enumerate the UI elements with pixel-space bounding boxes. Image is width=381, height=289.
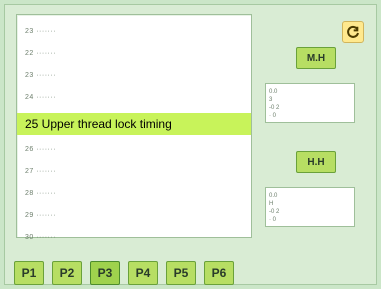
list-item[interactable]: 23 ······· [17, 21, 251, 43]
list-item-selected[interactable]: 25 Upper thread lock timing [17, 113, 251, 135]
tab-p4[interactable]: P4 [128, 261, 158, 285]
list-item[interactable]: 28 ······· [17, 183, 251, 205]
hh-info-line: · 0 [269, 217, 277, 223]
mh-info-line: -0 2 [269, 105, 280, 111]
mh-info-line: 3 [269, 97, 273, 103]
tab-p2[interactable]: P2 [52, 261, 82, 285]
mh-info-line: · 0 [269, 113, 277, 119]
list-item[interactable]: 23 ······· [17, 65, 251, 87]
list-item[interactable]: 24 ······· [17, 87, 251, 109]
mh-button[interactable]: M.H [296, 47, 336, 69]
hh-info-line: -0 2 [269, 209, 280, 215]
list-item[interactable]: 30 ······· [17, 227, 251, 249]
tab-p1[interactable]: P1 [14, 261, 44, 285]
refresh-icon[interactable] [342, 21, 364, 43]
list-item[interactable]: 22 ······· [17, 43, 251, 65]
hh-info-line: 0.0 [269, 193, 278, 199]
tab-p3[interactable]: P3 [90, 261, 120, 285]
list-item[interactable]: 26 ······· [17, 139, 251, 161]
tab-p5[interactable]: P5 [166, 261, 196, 285]
parameter-list[interactable]: 23 ······· 22 ······· 23 ······· 24 ····… [16, 14, 252, 241]
hh-info-box: 0.0 H -0 2 · 0 [265, 187, 355, 227]
list-item[interactable]: 29 ······· [17, 205, 251, 227]
mh-info-box: 0.0 3 -0 2 · 0 [265, 83, 355, 123]
list-item[interactable]: 27 ······· [17, 161, 251, 183]
screen: 23 ······· 22 ······· 23 ······· 24 ····… [4, 4, 377, 285]
hh-info-line: H [269, 201, 274, 207]
tab-p6[interactable]: P6 [204, 261, 234, 285]
mh-info-line: 0.0 [269, 89, 278, 95]
hh-button[interactable]: H.H [296, 151, 336, 173]
